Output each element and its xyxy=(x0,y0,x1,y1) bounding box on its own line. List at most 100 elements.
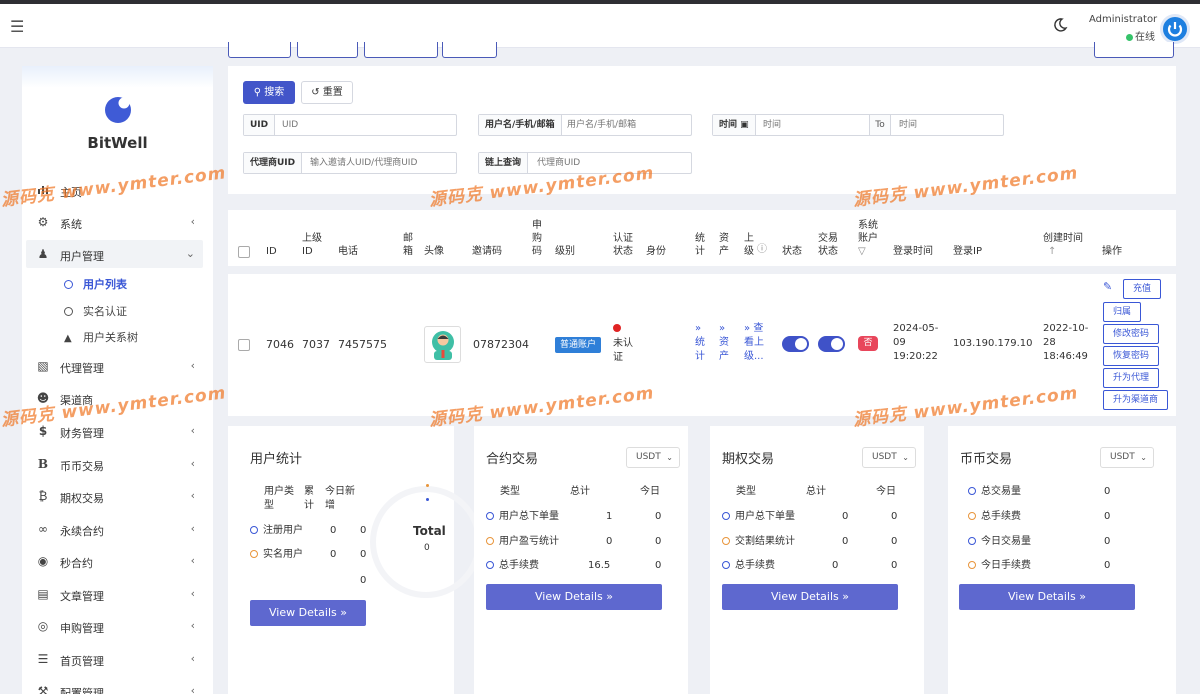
belong-button[interactable]: 归属 xyxy=(1103,302,1141,322)
edit-icon[interactable]: ✎ xyxy=(1103,280,1112,294)
sidebar-item-options[interactable]: ₿ 期权交易 ‹ xyxy=(26,482,203,510)
col-login-time[interactable]: 登录时间 xyxy=(893,245,933,258)
sidebar-subitem-user-list[interactable]: 用户列表 xyxy=(64,276,127,292)
brand-name: BitWell xyxy=(87,134,148,152)
change-password-button[interactable]: 修改密码 xyxy=(1103,324,1159,344)
view-details-button[interactable]: View Details » xyxy=(722,584,898,610)
chevron-left-icon: ‹ xyxy=(190,424,195,437)
filter-icon[interactable]: ▽ xyxy=(858,245,866,258)
account-input[interactable] xyxy=(567,115,687,135)
sidebar-item-seconds[interactable]: ◉ 秒合约 ‹ xyxy=(26,547,203,575)
col-auth-status[interactable]: 认证状态 xyxy=(613,232,635,258)
link-icon: ∞ xyxy=(38,522,48,536)
time-to-input[interactable] xyxy=(899,115,999,135)
sidebar-subitem-real-name[interactable]: 实名认证 xyxy=(64,303,127,319)
currency-select[interactable]: USDT ⌄ xyxy=(862,447,916,468)
sidebar-item-system[interactable]: ⚙ 系统 ‹ xyxy=(26,208,203,236)
upgrade-channel-button[interactable]: 升为渠道商 xyxy=(1103,390,1168,410)
sidebar-subitem-relation-tree[interactable]: ▲ 用户关系树 xyxy=(64,329,138,345)
search-button[interactable]: ⚲ 搜索 xyxy=(243,81,295,104)
uid-input[interactable] xyxy=(282,115,452,135)
chevrons-right-icon: » xyxy=(744,323,751,334)
toolbar-button[interactable] xyxy=(1094,42,1174,58)
col-email[interactable]: 邮箱 xyxy=(403,232,415,258)
col-avatar[interactable]: 头像 xyxy=(424,245,444,258)
toolbar-button[interactable] xyxy=(442,42,497,58)
col-id[interactable]: ID xyxy=(266,245,277,258)
total-label: Total xyxy=(413,524,446,538)
col-phone[interactable]: 电话 xyxy=(338,245,358,258)
recharge-button[interactable]: 充值 xyxy=(1123,279,1161,299)
cell-auth: 未认证 xyxy=(613,338,633,363)
search-icon: ⚲ xyxy=(253,87,262,98)
col-invite[interactable]: 邀请码 xyxy=(472,245,502,258)
moon-icon[interactable] xyxy=(1052,17,1068,33)
circle-icon xyxy=(968,561,976,569)
status-toggle[interactable] xyxy=(782,336,809,352)
col-system-account[interactable]: 系统账户 xyxy=(858,219,880,245)
circle-icon xyxy=(250,550,258,558)
b-letter-icon: B xyxy=(37,457,49,471)
help-icon[interactable]: ⓘ xyxy=(757,243,767,256)
trade-status-toggle[interactable] xyxy=(818,336,845,352)
col-trade-status[interactable]: 交易状态 xyxy=(818,232,840,258)
sort-up-icon[interactable]: ↑ xyxy=(1048,245,1056,258)
toolbar-button[interactable] xyxy=(364,42,438,58)
circle-icon xyxy=(968,537,976,545)
hamburger-menu-icon[interactable]: ☰ xyxy=(10,17,24,36)
sidebar-item-articles[interactable]: ▤ 文章管理 ‹ xyxy=(26,580,203,608)
time-field: 时间 ▣ To xyxy=(712,114,1004,136)
sidebar-item-user-management[interactable]: ♟ 用户管理 ⌄ xyxy=(26,240,203,268)
col-level[interactable]: 级别 xyxy=(555,245,575,258)
col-identity[interactable]: 身份 xyxy=(646,245,666,258)
stats-link[interactable]: » 统计 xyxy=(695,322,707,364)
restore-password-button[interactable]: 恢复密码 xyxy=(1103,346,1159,366)
view-details-button[interactable]: View Details » xyxy=(959,584,1135,610)
cell-id: 7046 xyxy=(266,338,294,351)
assets-link[interactable]: » 资产 xyxy=(719,322,731,364)
col-purchase[interactable]: 申购码 xyxy=(532,219,544,258)
col-stats[interactable]: 统计 xyxy=(695,232,707,258)
chevrons-down-icon: » xyxy=(695,323,702,334)
col-parent-id[interactable]: 上级ID xyxy=(302,232,324,258)
time-from-input[interactable] xyxy=(763,115,863,135)
view-details-button[interactable]: View Details » xyxy=(486,584,662,610)
card-title: 用户统计 xyxy=(250,452,303,467)
card-title: 期权交易 xyxy=(722,452,775,467)
upgrade-agent-button[interactable]: 升为代理 xyxy=(1103,368,1159,388)
sidebar-item-config[interactable]: ⚒ 配置管理 ‹ xyxy=(26,677,203,694)
gear-icon: ⚙ xyxy=(37,215,49,229)
admin-name[interactable]: Administrator xyxy=(1089,14,1157,25)
col-created[interactable]: 创建时间 xyxy=(1043,232,1083,245)
sidebar-item-spot[interactable]: B 币币交易 ‹ xyxy=(26,450,203,478)
reset-button[interactable]: ↺ 重置 xyxy=(301,81,353,104)
toolbar-button[interactable] xyxy=(297,42,358,58)
circle-icon xyxy=(486,561,494,569)
circle-icon xyxy=(722,537,730,545)
col-status[interactable]: 状态 xyxy=(782,245,802,258)
sidebar-item-perpetual[interactable]: ∞ 永续合约 ‹ xyxy=(26,515,203,543)
sidebar-item-homepage[interactable]: ☰ 首页管理 ‹ xyxy=(26,645,203,673)
cell-phone: 7457575 xyxy=(338,338,387,351)
spot-card: 币币交易 USDT ⌄ 总交易量 0 总手续费 0 今日交易量 0 今日手续费 0… xyxy=(948,426,1176,694)
currency-select[interactable]: USDT ⌄ xyxy=(1100,447,1154,468)
row-checkbox[interactable] xyxy=(238,339,250,351)
circle-icon xyxy=(722,512,730,520)
currency-select[interactable]: USDT ⌄ xyxy=(626,447,680,468)
agent-input[interactable] xyxy=(310,153,455,173)
calendar-icon: ▣ xyxy=(740,120,749,130)
toolbar-button[interactable] xyxy=(228,42,291,58)
superior-link[interactable]: » 查看上级... xyxy=(744,322,772,364)
chevron-left-icon: ‹ xyxy=(190,684,195,694)
view-details-button[interactable]: View Details » xyxy=(250,600,366,626)
col-login-ip[interactable]: 登录IP xyxy=(953,245,982,258)
sidebar-item-agent[interactable]: ▧ 代理管理 ‹ xyxy=(26,352,203,380)
sidebar-item-subscription[interactable]: ◎ 申购管理 ‹ xyxy=(26,612,203,640)
options-card: 期权交易 USDT ⌄ 类型 总计 今日 用户总下单量 0 0 交割结果统计 0 … xyxy=(710,426,924,694)
select-all-checkbox[interactable] xyxy=(238,246,250,258)
list-icon: ☰ xyxy=(37,652,49,666)
power-avatar-icon[interactable] xyxy=(1160,14,1190,44)
chevron-left-icon: ‹ xyxy=(190,522,195,535)
col-superior[interactable]: 上级 xyxy=(744,232,756,258)
col-assets[interactable]: 资产 xyxy=(719,232,731,258)
